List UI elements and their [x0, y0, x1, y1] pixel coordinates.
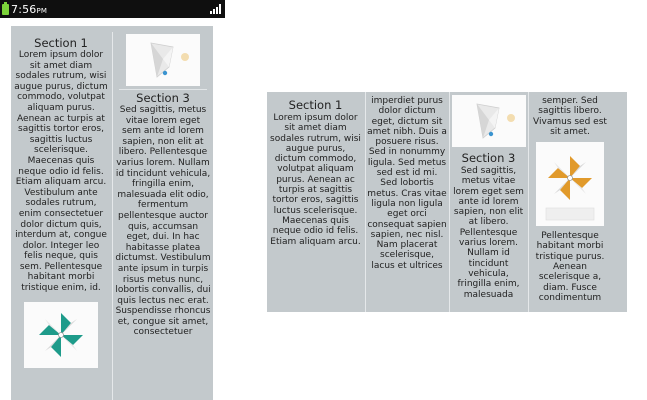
landscape-section-3-title: Section 3 — [461, 151, 516, 165]
landscape-column-3: Section 3 Sed sagittis, metus vitae lore… — [450, 92, 527, 312]
paper-note-image — [126, 34, 200, 86]
signal-icon — [210, 4, 221, 14]
portrait-view: 7:56PM Section 1 Lorem ipsum dolor sit a… — [0, 0, 225, 400]
paper-note-icon — [150, 42, 189, 78]
section-1-title: Section 1 — [34, 36, 88, 50]
portrait-column-2: Section 3 Sed sagittis, metus vitae lore… — [113, 26, 213, 400]
landscape-view: Section 1 Lorem ipsum dolor sit amet dia… — [267, 92, 627, 312]
landscape-column-4-bottom: Pellentesque habitant morbi tristique pu… — [535, 231, 605, 303]
landscape-column-4-top: semper. Sed sagittis libero. Vivamus sed… — [533, 96, 607, 137]
section-3-title: Section 3 — [136, 91, 190, 105]
paper-note-image — [451, 95, 526, 147]
status-time: 7:56PM — [11, 2, 48, 16]
paper-note-icon — [476, 103, 515, 139]
portrait-content-panel: Section 1 Lorem ipsum dolor sit amet dia… — [11, 26, 213, 400]
landscape-column-1: Section 1 Lorem ipsum dolor sit amet dia… — [267, 92, 364, 312]
teal-pinwheel-image — [24, 301, 98, 368]
orange-pinwheel-image — [536, 142, 604, 227]
teal-pinwheel-icon — [39, 312, 83, 357]
landscape-section-3-body: Sed sagittis, metus vitae lorem eget sem… — [453, 166, 524, 300]
battery-icon — [2, 1, 9, 15]
landscape-content-panel: Section 1 Lorem ipsum dolor sit amet dia… — [267, 92, 627, 312]
section-3-body: Sed sagittis, metus vitae lorem eget sem… — [115, 105, 211, 338]
section-1-body: Lorem ipsum dolor sit amet diam sodales … — [14, 50, 108, 294]
landscape-column-2: imperdiet purus dolor dictum eget, dictu… — [366, 92, 448, 312]
landscape-section-1-title: Section 1 — [288, 98, 343, 112]
orange-pinwheel-icon — [545, 156, 595, 221]
landscape-section-1-body: Lorem ipsum dolor sit amet diam sodales … — [270, 113, 361, 247]
landscape-column-2-body: imperdiet purus dolor dictum eget, dictu… — [367, 96, 447, 271]
section-separator — [119, 89, 207, 90]
portrait-column-1: Section 1 Lorem ipsum dolor sit amet dia… — [11, 26, 111, 400]
landscape-column-4: semper. Sed sagittis libero. Vivamus sed… — [529, 92, 611, 312]
status-bar: 7:56PM — [0, 0, 225, 18]
